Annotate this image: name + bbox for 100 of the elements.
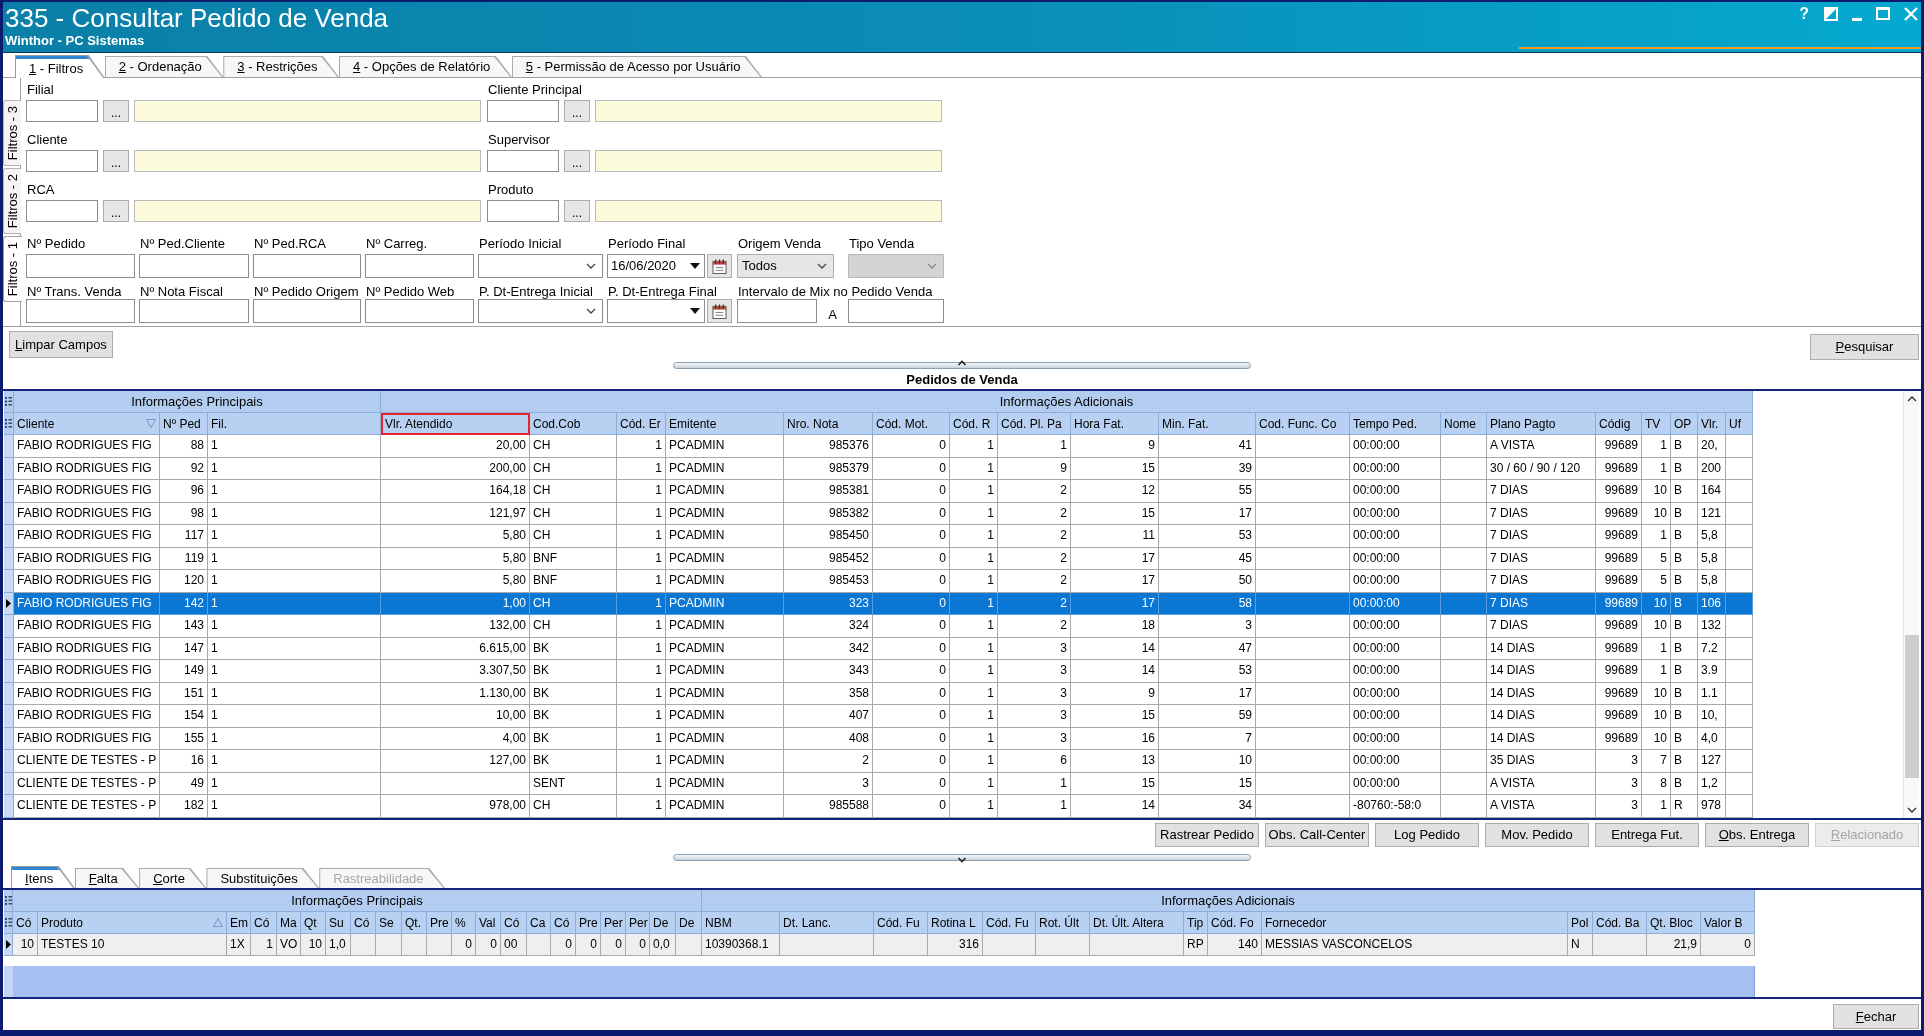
- table-row[interactable]: FABIO RODRIGUES FIG 98 1 121,97 CH 1 PCADMIN 985382 0 1 2 15 17 00:00:00 7 DIAS 99689 10 B 121: [4, 502, 1753, 525]
- column-header[interactable]: De: [650, 912, 676, 934]
- column-header[interactable]: Códig: [1596, 413, 1642, 435]
- column-header[interactable]: Cód. R: [950, 413, 998, 435]
- column-header[interactable]: Có: [501, 912, 527, 934]
- column-header[interactable]: Cód. Er: [617, 413, 666, 435]
- caret-down-icon[interactable]: [957, 857, 967, 863]
- grid-menu-icon[interactable]: [4, 896, 12, 905]
- description-field[interactable]: [134, 150, 481, 172]
- column-header[interactable]: Vlr. Atendido: [381, 413, 530, 435]
- column-header[interactable]: Pre: [576, 912, 601, 934]
- column-header[interactable]: Pre: [427, 912, 452, 934]
- column-header[interactable]: %: [452, 912, 476, 934]
- description-field[interactable]: [595, 200, 942, 222]
- action-button[interactable]: Entrega Fut.: [1595, 823, 1699, 847]
- description-field[interactable]: [134, 100, 481, 122]
- input-field[interactable]: [139, 254, 249, 278]
- column-header[interactable]: Tip: [1184, 912, 1208, 934]
- description-field[interactable]: [134, 200, 481, 222]
- column-header[interactable]: Per: [626, 912, 650, 934]
- input-field[interactable]: [487, 200, 559, 222]
- input-field[interactable]: [26, 150, 98, 172]
- column-header[interactable]: Valor B: [1701, 912, 1755, 934]
- action-button[interactable]: Obs. Call-Center: [1265, 823, 1369, 847]
- column-header[interactable]: Se: [376, 912, 402, 934]
- input-field[interactable]: [26, 254, 135, 278]
- column-header[interactable]: Nro. Nota: [784, 413, 873, 435]
- grid-menu-icon[interactable]: [4, 918, 12, 927]
- action-button[interactable]: Obs. Entrega: [1705, 823, 1809, 847]
- column-header[interactable]: Cód. Mot.: [873, 413, 950, 435]
- scrollbar-thumb[interactable]: [1904, 635, 1919, 778]
- input-field[interactable]: [487, 150, 559, 172]
- column-header[interactable]: OP: [1671, 413, 1698, 435]
- clear-fields-button[interactable]: Limpar Campos: [9, 331, 113, 358]
- lookup-button[interactable]: ...: [103, 150, 129, 172]
- grid-menu-icon[interactable]: [5, 419, 12, 428]
- splitter-handle[interactable]: [673, 854, 1251, 861]
- column-header[interactable]: De: [676, 912, 702, 934]
- table-row[interactable]: FABIO RODRIGUES FIG 88 1 20,00 CH 1 PCADMIN 985376 0 1 1 9 41 00:00:00 A VISTA 99689 1 B 20,: [4, 435, 1753, 458]
- maximize-icon[interactable]: [1876, 7, 1890, 20]
- lookup-button[interactable]: ...: [564, 100, 590, 122]
- input-field[interactable]: [365, 254, 474, 278]
- dropdown-field[interactable]: Todos: [737, 254, 834, 278]
- dropdown-field[interactable]: [478, 299, 603, 323]
- table-row[interactable]: FABIO RODRIGUES FIG 92 1 200,00 CH 1 PCADMIN 985379 0 1 9 15 39 00:00:00 30 / 60 / 90 / 120 99689 1 B 200: [4, 457, 1753, 480]
- action-button[interactable]: Log Pedido: [1375, 823, 1479, 847]
- column-header[interactable]: Dt. Lanc.: [780, 912, 874, 934]
- column-header[interactable]: Ma: [277, 912, 301, 934]
- grid-menu-icon[interactable]: [5, 397, 12, 406]
- table-row[interactable]: FABIO RODRIGUES FIG 143 1 132,00 CH 1 PCADMIN 324 0 1 2 18 3 00:00:00 7 DIAS 99689 10 B 132: [4, 615, 1753, 638]
- input-field[interactable]: [253, 254, 361, 278]
- tab[interactable]: Itens: [11, 866, 75, 888]
- input-field[interactable]: [737, 299, 817, 323]
- half-filled-square-icon[interactable]: [1824, 7, 1838, 21]
- close-icon[interactable]: [1904, 7, 1918, 21]
- table-row[interactable]: CLIENTE DE TESTES - P 16 1 127,00 BK 1 PCADMIN 2 0 1 6 13 10 00:00:00 35 DIAS 3 7 B 127: [4, 750, 1753, 773]
- calendar-button[interactable]: [707, 299, 732, 323]
- column-header[interactable]: Cód. Fu: [983, 912, 1036, 934]
- column-header[interactable]: Val: [476, 912, 501, 934]
- column-header[interactable]: Có: [551, 912, 576, 934]
- table-row[interactable]: FABIO RODRIGUES FIG 155 1 4,00 BK 1 PCADMIN 408 0 1 3 16 7 00:00:00 14 DIAS 99689 10 B 4,0: [4, 727, 1753, 750]
- column-header[interactable]: Cliente: [14, 413, 160, 435]
- splitter-handle[interactable]: [673, 362, 1251, 369]
- tab[interactable]: 3 - Restrições: [223, 56, 339, 77]
- table-row[interactable]: FABIO RODRIGUES FIG 117 1 5,80 CH 1 PCADMIN 985450 0 1 2 11 53 00:00:00 7 DIAS 99689 1 B 5,8: [4, 525, 1753, 548]
- description-field[interactable]: [595, 150, 942, 172]
- tab[interactable]: 5 - Permissão de Acesso por Usuário: [511, 56, 762, 77]
- column-header[interactable]: Plano Pagto: [1487, 413, 1596, 435]
- column-header[interactable]: Em: [227, 912, 251, 934]
- column-header[interactable]: Pol: [1568, 912, 1593, 934]
- lookup-button[interactable]: ...: [564, 200, 590, 222]
- side-tab[interactable]: Filtros - 2: [3, 168, 21, 234]
- calendar-button[interactable]: [707, 254, 732, 278]
- column-header[interactable]: Emitente: [666, 413, 784, 435]
- column-header[interactable]: Cód. Fo: [1208, 912, 1262, 934]
- action-button[interactable]: Rastrear Pedido: [1155, 823, 1259, 847]
- lookup-button[interactable]: ...: [564, 150, 590, 172]
- column-header[interactable]: Cód. Pl. Pa: [998, 413, 1071, 435]
- column-header[interactable]: Fornecedor: [1262, 912, 1568, 934]
- tab[interactable]: Corte: [139, 868, 207, 888]
- side-tab[interactable]: Filtros - 3: [3, 100, 21, 166]
- column-header[interactable]: Vlr.: [1698, 413, 1726, 435]
- column-header[interactable]: Qt. Bloc: [1647, 912, 1701, 934]
- input-field[interactable]: [26, 100, 98, 122]
- column-header[interactable]: Nº Ped: [160, 413, 208, 435]
- date-field[interactable]: 16/06/2020: [607, 254, 705, 278]
- table-row[interactable]: FABIO RODRIGUES FIG 151 1 1.130,00 BK 1 PCADMIN 358 0 1 3 9 17 00:00:00 14 DIAS 99689 10 B 1.1: [4, 682, 1753, 705]
- table-row[interactable]: FABIO RODRIGUES FIG 119 1 5,80 BNF 1 PCADMIN 985452 0 1 2 17 45 00:00:00 7 DIAS 99689 5 B 5,8: [4, 547, 1753, 570]
- column-header[interactable]: Qt: [301, 912, 326, 934]
- table-row[interactable]: FABIO RODRIGUES FIG 147 1 6.615,00 BK 1 PCADMIN 342 0 1 3 14 47 00:00:00 14 DIAS 99689 1 B 7.2: [4, 637, 1753, 660]
- column-header[interactable]: TV: [1642, 413, 1671, 435]
- table-row[interactable]: CLIENTE DE TESTES - P 49 1 SENT 1 PCADMIN 3 0 1 1 15 15 00:00:00 A VISTA 3 8 B 1,2: [4, 772, 1753, 795]
- column-header[interactable]: Có: [351, 912, 376, 934]
- tab[interactable]: 4 - Opções de Relatório: [339, 56, 512, 77]
- input-field[interactable]: [487, 100, 559, 122]
- column-header[interactable]: Có: [13, 912, 38, 934]
- caret-up-icon[interactable]: [957, 360, 967, 366]
- filter-icon[interactable]: [146, 419, 156, 428]
- column-header[interactable]: Uf: [1726, 413, 1753, 435]
- column-header[interactable]: Min. Fat.: [1159, 413, 1256, 435]
